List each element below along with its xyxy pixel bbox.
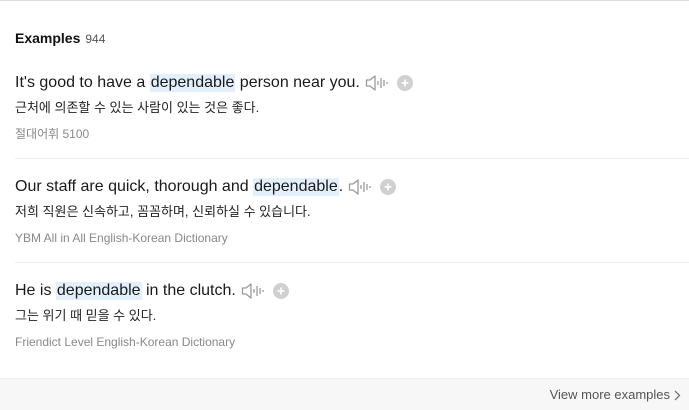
add-plus-icon[interactable] [380,179,397,195]
example-item: It's good to have a dependable person ne… [15,72,689,141]
example-text-after: person near you. [235,74,360,91]
example-text-before: He is [15,282,56,299]
example-item: Our staff are quick, thorough and depend… [15,176,689,245]
top-border [0,0,689,1]
example-divider [15,262,689,263]
example-keyword-highlight: dependable [55,282,142,300]
example-translation-ko: 근처에 의존할 수 있는 사람이 있는 것은 좋다. [15,100,260,115]
chevron-right-icon [674,389,681,401]
examples-header: Examples 944 [15,30,105,46]
example-translation-ko: 그는 위기 때 믿을 수 있다. [15,308,157,323]
example-divider [15,158,689,159]
example-keyword-highlight: dependable [253,178,339,196]
example-sentence-en: He is dependable in the clutch. [15,280,689,302]
example-source: 절대어휘 5100 [15,127,90,141]
add-plus-icon[interactable] [396,75,413,91]
examples-title: Examples [15,30,81,46]
view-more-label: View more examples [549,387,670,402]
example-sentence-en: It's good to have a dependable person ne… [15,72,689,94]
examples-count: 944 [85,32,106,46]
example-text-after: . [338,178,344,195]
example-source: Friendict Level English-Korean Dictionar… [15,335,236,349]
examples-footer: View more examples [0,378,689,410]
speaker-icon[interactable] [241,282,265,300]
add-plus-icon[interactable] [272,283,289,299]
speaker-icon[interactable] [348,178,372,196]
example-keyword-highlight: dependable [149,74,236,92]
example-source: YBM All in All English-Korean Dictionary [15,231,228,245]
speaker-icon[interactable] [365,74,389,92]
example-item: He is dependable in the clutch. 그는 위기 때 [15,280,689,349]
example-translation-ko: 저희 직원은 신속하고, 꼼꼼하며, 신뢰하실 수 있습니다. [15,204,311,219]
example-sentence-en: Our staff are quick, thorough and depend… [15,176,689,198]
example-text-before: It's good to have a [15,74,150,91]
example-text-before: Our staff are quick, thorough and [15,178,254,195]
view-more-examples-link[interactable]: View more examples [550,387,681,402]
example-text-after: in the clutch. [141,282,236,299]
